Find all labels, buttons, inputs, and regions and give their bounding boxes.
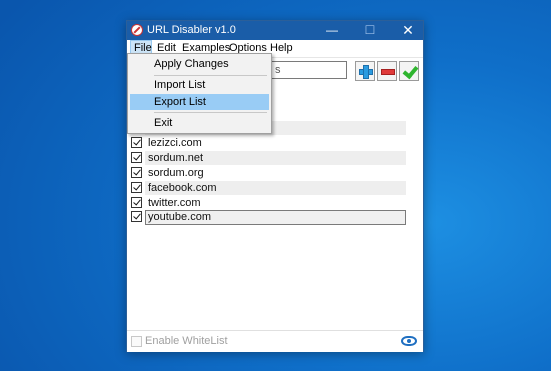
status-bar: Enable WhiteList bbox=[127, 330, 423, 352]
url-checkbox[interactable] bbox=[131, 137, 142, 148]
list-item[interactable]: twitter.com bbox=[131, 196, 405, 210]
whitelist-label: Enable WhiteList bbox=[145, 335, 228, 347]
menu-separator bbox=[154, 112, 267, 113]
list-item[interactable]: facebook.com bbox=[131, 181, 406, 195]
url-label: twitter.com bbox=[148, 197, 201, 209]
menu-item-import-list[interactable]: Import List bbox=[130, 77, 269, 93]
url-checkbox[interactable] bbox=[131, 182, 142, 193]
url-label: sordum.org bbox=[148, 167, 204, 179]
url-label: youtube.com bbox=[148, 211, 211, 223]
add-url-button[interactable] bbox=[355, 61, 375, 81]
list-item[interactable]: sordum.net bbox=[131, 151, 406, 165]
minimize-button[interactable]: — bbox=[317, 21, 347, 40]
url-label: sordum.net bbox=[148, 152, 204, 164]
url-label: lezizci.com bbox=[148, 137, 202, 149]
menu-item-apply-changes[interactable]: Apply Changes bbox=[130, 56, 269, 72]
menu-item-exit[interactable]: Exit bbox=[130, 115, 269, 131]
url-label: facebook.com bbox=[148, 182, 217, 194]
menu-help[interactable]: Help bbox=[270, 42, 293, 54]
menu-item-export-list[interactable]: Export List bbox=[130, 94, 269, 110]
app-logo-icon bbox=[131, 24, 143, 36]
url-checkbox[interactable] bbox=[131, 152, 142, 163]
remove-url-button[interactable] bbox=[377, 61, 397, 81]
title-bar[interactable]: URL Disabler v1.0 — ☐ ✕ bbox=[127, 21, 423, 40]
list-item[interactable]: lezizci.com bbox=[131, 136, 405, 150]
maximize-button[interactable]: ☐ bbox=[355, 21, 385, 40]
url-checkbox[interactable] bbox=[131, 197, 142, 208]
close-button[interactable]: ✕ bbox=[393, 21, 423, 40]
window-title: URL Disabler v1.0 bbox=[147, 24, 236, 36]
file-menu-dropdown: Apply Changes Import List Export List Ex… bbox=[127, 53, 272, 134]
menu-separator bbox=[154, 75, 267, 76]
url-checkbox[interactable] bbox=[131, 211, 142, 222]
whitelist-checkbox[interactable] bbox=[131, 336, 142, 347]
url-input[interactable]: s bbox=[270, 61, 347, 79]
url-checkbox[interactable] bbox=[131, 167, 142, 178]
list-item[interactable]: sordum.org bbox=[131, 166, 405, 180]
list-item-selected[interactable]: youtube.com bbox=[131, 210, 406, 225]
apply-button[interactable] bbox=[399, 61, 419, 81]
eye-icon[interactable] bbox=[401, 336, 417, 346]
